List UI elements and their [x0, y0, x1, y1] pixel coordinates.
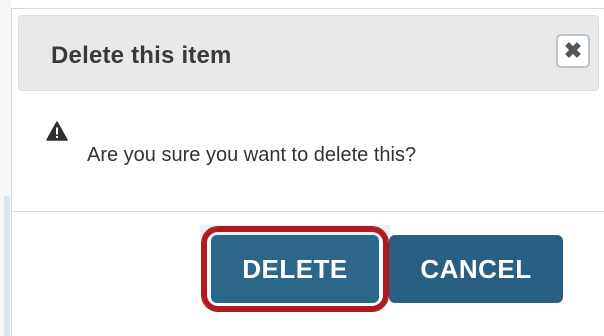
dialog-body: Are you sure you want to delete this? [12, 91, 604, 211]
close-x-icon: ✖ [563, 38, 583, 63]
delete-button[interactable]: DELETE [211, 235, 379, 303]
confirmation-message: Are you sure you want to delete this? [87, 144, 417, 166]
close-button[interactable]: ✖ [556, 34, 590, 68]
dialog-header: Delete this item ✖ [18, 15, 599, 91]
dialog-title: Delete this item [51, 42, 232, 69]
warning-triangle-icon [46, 121, 68, 141]
footer-divider [12, 211, 604, 212]
background-page-accent [4, 196, 10, 336]
page: Delete this item ✖ Are you sure you want… [0, 0, 604, 336]
cancel-button[interactable]: CANCEL [389, 235, 563, 303]
delete-confirmation-dialog: Delete this item ✖ Are you sure you want… [11, 8, 604, 336]
